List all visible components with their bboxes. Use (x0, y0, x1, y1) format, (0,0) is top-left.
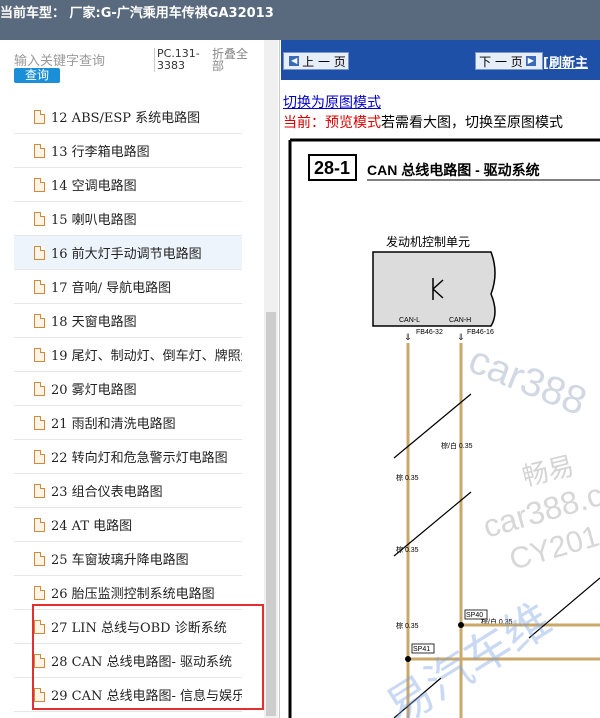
tree-item-label: 15 喇叭电路图 (51, 213, 137, 228)
document-icon (34, 177, 45, 192)
pin-can-h: CAN-H (449, 317, 471, 324)
tree-item[interactable]: 29 CAN 总线电路图- 信息与娱乐系统 (14, 678, 242, 712)
tree-item-label: 24 AT 电路图 (51, 519, 133, 534)
tree-item[interactable]: 17 音响/ 导航电路图 (14, 270, 242, 304)
view-mode-status: 当前：预览模式若需看大图，切换至原图模式 (283, 112, 563, 132)
status-suffix: 若需看大图，切换至原图模式 (381, 115, 563, 131)
document-icon (34, 585, 45, 600)
tree-item-label: 16 前大灯手动调节电路图 (51, 247, 202, 262)
document-icon (34, 687, 45, 702)
refresh-link[interactable]: [刷新主 (543, 52, 588, 71)
tree-item[interactable]: 19 尾灯、制动灯、倒车灯、牌照灯电 (14, 338, 242, 372)
tree-item-label: 13 行李箱电路图 (51, 145, 150, 160)
tree-item[interactable]: 15 喇叭电路图 (14, 202, 242, 236)
connector-right: FB46-16 (467, 329, 494, 336)
tree-item[interactable]: 23 组合仪表电路图 (14, 474, 242, 508)
scrollbar-thumb[interactable] (266, 312, 276, 716)
tree-item[interactable]: 12 ABS/ESP 系统电路图 (14, 100, 242, 134)
query-button[interactable]: 查询 (14, 68, 60, 83)
tree-item[interactable]: 24 AT 电路图 (14, 508, 242, 542)
current-vehicle-text: 当前车型： 厂家:G-广汽乘用车传祺GA32013 (0, 6, 274, 21)
sidebar-scrollbar[interactable] (264, 40, 278, 718)
tree-item-label: 28 CAN 总线电路图- 驱动系统 (51, 655, 233, 670)
document-icon (34, 313, 45, 328)
tree-item-label: 26 胎压监测控制系统电路图 (51, 587, 215, 602)
tree-item-label: 23 组合仪表电路图 (51, 485, 163, 500)
document-icon (34, 415, 45, 430)
main-content: ◀ 上 一 页 下 一 页 ▶ [刷新主 切换为原图模式 当前：预览模式若需看大… (281, 40, 600, 718)
document-icon (34, 653, 45, 668)
prev-page-button[interactable]: ◀ 上 一 页 (283, 52, 349, 70)
tree-item-label: 22 转向灯和危急警示灯电路图 (51, 451, 228, 466)
prev-page-label: 上 一 页 (302, 54, 346, 69)
next-page-button[interactable]: 下 一 页 ▶ (475, 52, 543, 70)
pin-arrow-left-icon: ⇓ (404, 333, 412, 343)
tree-item-label: 27 LIN 总线与OBD 诊断系统 (51, 621, 227, 636)
tree-item-label: 29 CAN 总线电路图- 信息与娱乐系统 (51, 689, 242, 704)
arrow-right-icon: ▶ (525, 56, 536, 66)
tree-item[interactable]: 26 胎压监测控制系统电路图 (14, 576, 242, 610)
tree-item[interactable]: 18 天窗电路图 (14, 304, 242, 338)
collapse-all-button[interactable]: 折叠全部 (212, 48, 252, 72)
document-icon (34, 483, 45, 498)
document-icon (34, 619, 45, 634)
splice-sp40: SP40 (466, 612, 483, 619)
tree-item-label: 25 车窗玻璃升降电路图 (51, 553, 189, 568)
wire-label-3: 棕 0.35 (396, 545, 419, 554)
tree-item[interactable]: 13 行李箱电路图 (14, 134, 242, 168)
current-vehicle-bar: 当前车型： 厂家:G-广汽乘用车传祺GA32013 (0, 0, 600, 40)
wire-label-1: 棕/白 0.35 (441, 441, 473, 450)
pin-can-l: CAN-L (399, 317, 420, 324)
circuit-diagram: 28-1 CAN 总线电路图 - 驱动系统 发动机控制单元 CAN-L CAN-… (288, 138, 600, 718)
tree-item[interactable]: 20 雾灯电路图 (14, 372, 242, 406)
tree-item-label: 18 天窗电路图 (51, 315, 137, 330)
document-icon (34, 143, 45, 158)
watermark-1: car388 (463, 338, 593, 425)
splice-sp41-dot (405, 656, 411, 662)
splice-sp41: SP41 (413, 646, 430, 653)
document-icon (34, 109, 45, 124)
sidebar: 查询 PC.131-3383 折叠全部 12 ABS/ESP 系统电路图 13 … (0, 40, 280, 718)
splice-sp40-dot (458, 622, 464, 628)
next-page-label: 下 一 页 (479, 54, 523, 69)
tree-item-label: 14 空调电路图 (51, 179, 137, 194)
tree-item-label: 17 音响/ 导航电路图 (51, 281, 172, 296)
search-area: 查询 PC.131-3383 折叠全部 (0, 40, 262, 100)
wire-label-4: 棕 0.35 (396, 621, 419, 630)
status-prefix: 当前：预览模式 (283, 115, 381, 131)
ecu-label: 发动机控制单元 (386, 234, 470, 249)
document-icon (34, 517, 45, 532)
pin-arrow-right-icon: ⇓ (457, 333, 465, 343)
document-icon (34, 449, 45, 464)
connector-left: FB46-32 (416, 329, 443, 336)
tree-item[interactable]: 14 空调电路图 (14, 168, 242, 202)
document-icon (34, 211, 45, 226)
circuit-tree-list: 12 ABS/ESP 系统电路图 13 行李箱电路图 14 空调电路图 15 喇… (14, 100, 242, 712)
document-icon (34, 381, 45, 396)
document-icon (34, 347, 45, 362)
document-icon (34, 279, 45, 294)
pc-code: PC.131-3383 (154, 48, 206, 72)
tree-item-highlighted[interactable]: 16 前大灯手动调节电路图 (14, 236, 242, 270)
tree-item[interactable]: 21 雨刮和清洗电路图 (14, 406, 242, 440)
tree-item[interactable]: 28 CAN 总线电路图- 驱动系统 (14, 644, 242, 678)
tree-item-label: 21 雨刮和清洗电路图 (51, 417, 176, 432)
arrow-left-icon: ◀ (289, 56, 300, 66)
document-icon (34, 245, 45, 260)
switch-original-mode-link[interactable]: 切换为原图模式 (283, 92, 381, 112)
tree-item[interactable]: 27 LIN 总线与OBD 诊断系统 (14, 610, 242, 644)
tree-item[interactable]: 25 车窗玻璃升降电路图 (14, 542, 242, 576)
tree-item-label: 20 雾灯电路图 (51, 383, 137, 398)
wire-label-2: 棕 0.35 (396, 473, 419, 482)
tree-item-label: 19 尾灯、制动灯、倒车灯、牌照灯电 (51, 349, 242, 364)
tree-item-label: 12 ABS/ESP 系统电路图 (51, 111, 201, 126)
tree-item[interactable]: 22 转向灯和危急警示灯电路图 (14, 440, 242, 474)
document-icon (34, 551, 45, 566)
diagram-title: CAN 总线电路图 - 驱动系统 (367, 162, 540, 178)
page-nav-bar: ◀ 上 一 页 下 一 页 ▶ [刷新主 (281, 40, 600, 80)
section-number: 28-1 (314, 158, 350, 178)
